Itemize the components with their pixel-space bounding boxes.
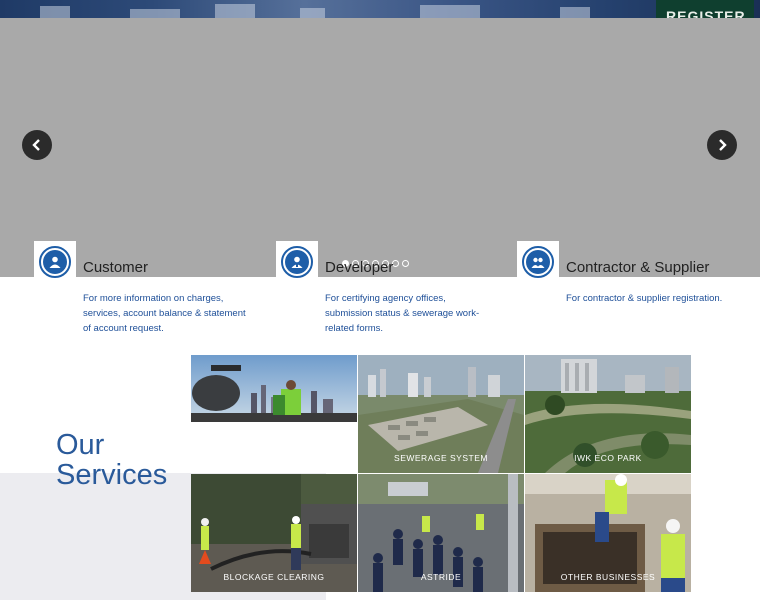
register-button-label: REGISTER <box>666 8 746 18</box>
services-heading: Our Services <box>56 430 167 490</box>
slider-dot[interactable] <box>402 260 409 267</box>
service-tile-caption: OTHER BUSINESSES <box>560 572 656 582</box>
slider-prev-button[interactable] <box>22 130 52 160</box>
service-tile-caption: ASTRIDE <box>420 572 462 582</box>
services-heading-line1: Our <box>56 429 105 461</box>
service-tile-caption: SEWERAGE SYSTEM <box>394 453 488 463</box>
developer-icon <box>291 256 303 268</box>
services-heading-line2: Services <box>56 459 168 491</box>
tanker-photo <box>191 355 357 422</box>
service-tile-caption: BLOCKAGE CLEARING <box>223 572 325 582</box>
contractor-card-icon-box[interactable] <box>517 241 559 283</box>
hero-slider <box>0 18 760 277</box>
service-tile-astride[interactable]: ASTRIDE <box>358 474 524 592</box>
service-tile-caption: IWK ECO PARK <box>574 453 642 463</box>
customer-card-title[interactable]: Customer <box>83 259 148 276</box>
developer-card-description: For certifying agency offices, submissio… <box>325 293 480 334</box>
service-tile-vacuum-tanker[interactable] <box>191 355 357 422</box>
developer-card-title[interactable]: Developer <box>325 259 393 276</box>
service-tile-other-businesses[interactable]: OTHER BUSINESSES <box>525 474 691 592</box>
contractor-supplier-icon <box>531 257 545 268</box>
developer-card-icon-box[interactable] <box>276 241 318 283</box>
chevron-left-icon <box>32 139 40 151</box>
customer-icon <box>49 256 61 268</box>
customer-card-icon-box[interactable] <box>34 241 76 283</box>
contractor-card-title[interactable]: Contractor & Supplier <box>566 259 709 276</box>
service-tile-iwk-eco-park[interactable]: IWK ECO PARK <box>525 355 691 473</box>
header-banner-strip: REGISTER <box>0 0 760 18</box>
service-tile-sewerage-system[interactable]: SEWERAGE SYSTEM <box>358 355 524 473</box>
service-tile-blockage-clearing[interactable]: BLOCKAGE CLEARING <box>191 474 357 592</box>
contractor-card-description: For contractor & supplier registration. <box>566 293 723 304</box>
register-button[interactable]: REGISTER <box>656 0 754 18</box>
slider-next-button[interactable] <box>707 130 737 160</box>
customer-card-description: For more information on charges, service… <box>83 293 246 334</box>
chevron-right-icon <box>719 139 727 151</box>
